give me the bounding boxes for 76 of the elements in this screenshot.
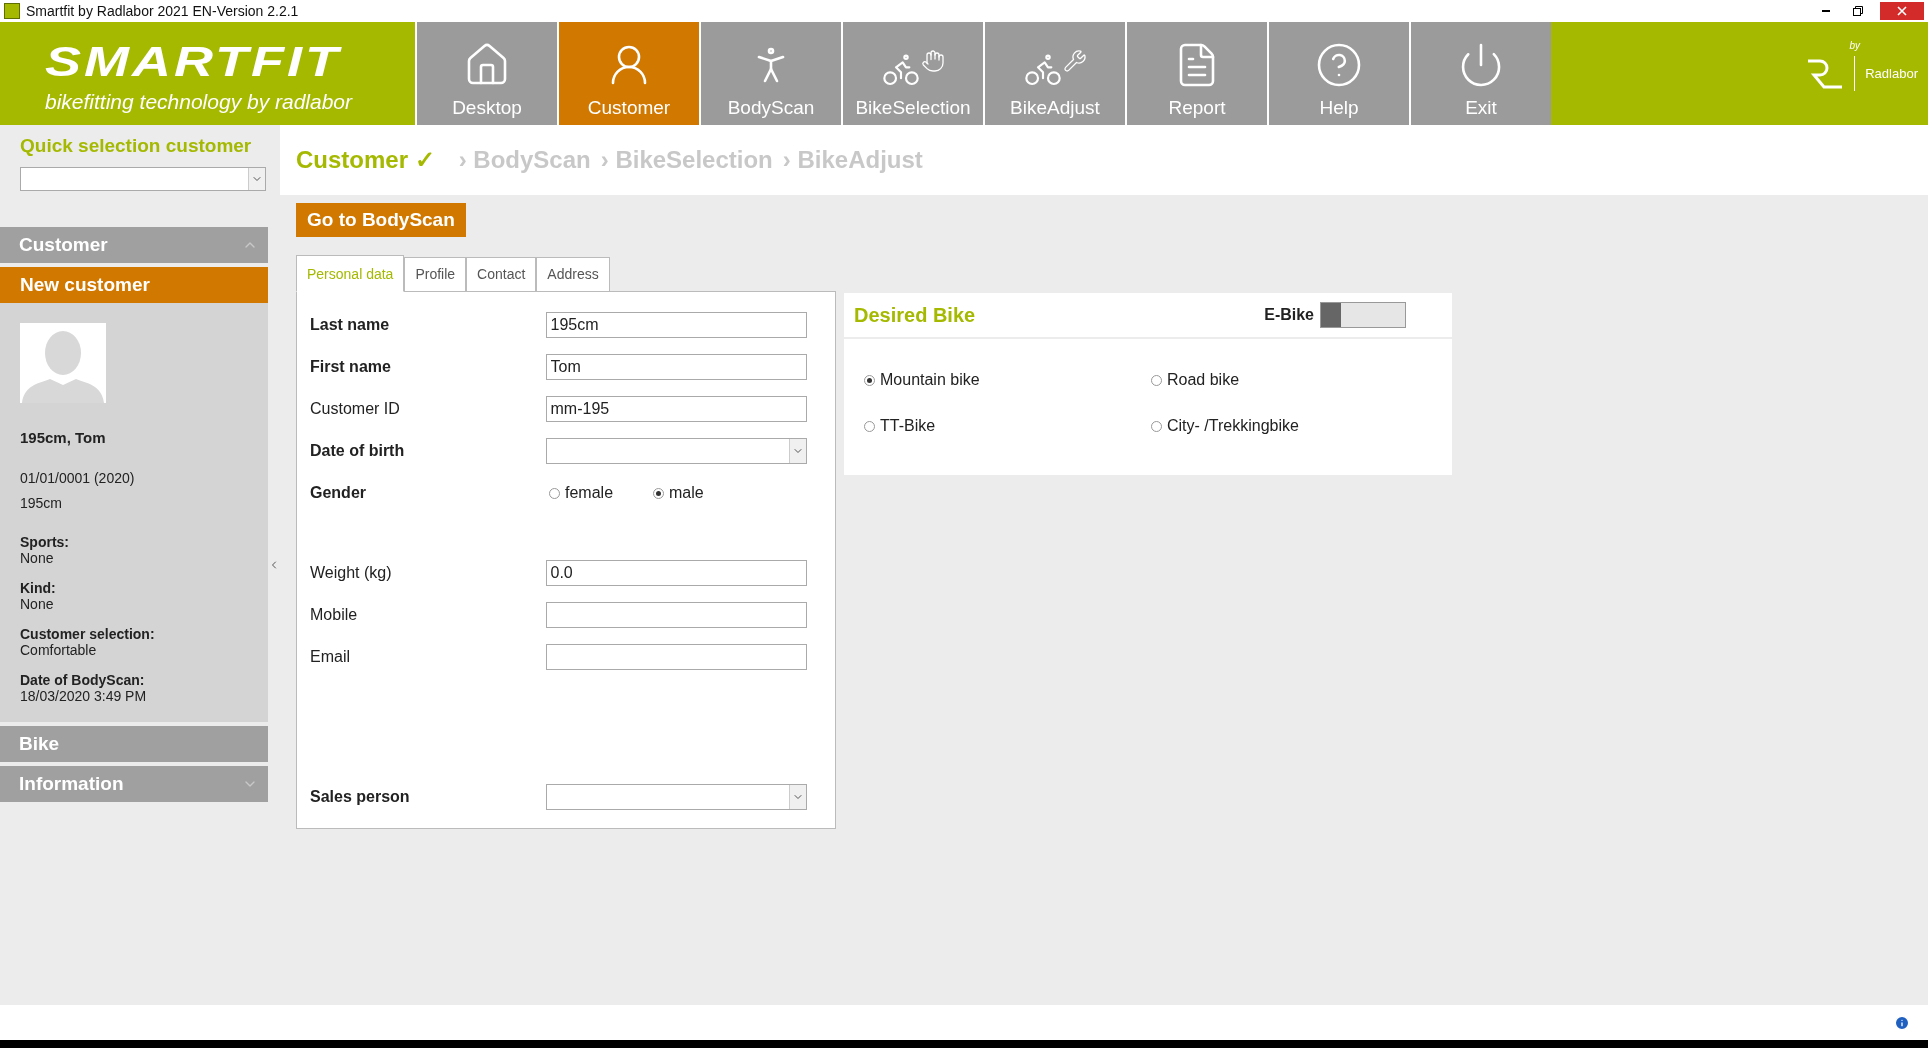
- app-icon: [4, 3, 20, 19]
- text-field[interactable]: Tom: [545, 354, 807, 380]
- section-title: Bike: [19, 733, 60, 755]
- field-label: Last name: [310, 316, 391, 334]
- fact-label: Sports:: [20, 534, 70, 550]
- dropdown-field[interactable]: [545, 438, 807, 464]
- nav-tile[interactable]: BikeSelection: [843, 22, 983, 125]
- radio-option[interactable]: female: [549, 484, 653, 502]
- dropdown-caret-icon[interactable]: [789, 439, 806, 463]
- field-label: Gender: [310, 484, 367, 502]
- text-field[interactable]: mm-195: [545, 396, 807, 422]
- tab[interactable]: Profile: [404, 257, 467, 292]
- nav-tile[interactable]: Exit: [1411, 22, 1551, 125]
- fact-value: Comfortable: [20, 642, 98, 658]
- avatar-icon: [20, 323, 106, 403]
- quick-selection-title: Quick selection customer: [19, 134, 253, 158]
- customer-name: 195cm, Tom: [20, 429, 107, 446]
- tab[interactable]: Personal data: [296, 255, 405, 292]
- field-label: First name: [310, 358, 392, 376]
- window-title: Smartfit by Radlabor 2021 EN-Version 2.2.1: [26, 3, 299, 19]
- text-field[interactable]: [545, 602, 807, 628]
- nav-tile[interactable]: BikeAdjust: [985, 22, 1125, 125]
- accordion-header[interactable]: Information: [0, 766, 268, 802]
- customer-detail: 01/01/0001 (2020): [20, 470, 136, 486]
- brand-name: Radlabor: [1854, 56, 1918, 91]
- field-label: Mobile: [310, 606, 359, 624]
- text-field[interactable]: 0.0: [545, 560, 807, 586]
- go-to-bodyscan-button[interactable]: Go to BodyScan: [296, 203, 466, 237]
- info-icon[interactable]: [1894, 1014, 1910, 1031]
- field-label: Email: [310, 648, 351, 666]
- nav-tile[interactable]: BodyScan: [701, 22, 841, 125]
- radio-option[interactable]: male: [653, 484, 757, 502]
- restore-icon: [1853, 6, 1863, 16]
- radio-option[interactable]: Mountain bike: [864, 371, 1151, 389]
- nav-tile[interactable]: Report: [1127, 22, 1267, 125]
- fact-value: 18/03/2020 3:49 PM: [20, 688, 148, 704]
- section-title: Customer: [19, 234, 108, 256]
- close-icon: [1897, 6, 1907, 16]
- tab[interactable]: Address: [536, 257, 610, 292]
- fact-value: None: [20, 596, 55, 612]
- nav-tile[interactable]: Desktop: [417, 22, 557, 125]
- text-field[interactable]: [545, 644, 807, 670]
- panel-title: Desired Bike: [854, 303, 976, 327]
- breadcrumb-step: Customer ✓: [296, 146, 435, 174]
- fact-label: Date of BodyScan:: [20, 672, 146, 688]
- accordion-header[interactable]: Bike: [0, 726, 268, 762]
- tab[interactable]: Contact: [466, 257, 537, 292]
- new-customer-item[interactable]: New customer: [0, 267, 268, 303]
- radio-option[interactable]: City- /Trekkingbike: [1151, 417, 1432, 435]
- ebike-toggle[interactable]: [1320, 302, 1406, 328]
- field-label: Date of birth: [310, 442, 406, 460]
- fact-label: Customer selection:: [20, 626, 156, 642]
- accordion-header[interactable]: Customer: [0, 227, 268, 263]
- field-label: Weight (kg): [310, 564, 393, 582]
- nav-tile[interactable]: Help: [1269, 22, 1409, 125]
- dropdown-field[interactable]: [545, 784, 807, 810]
- customer-detail: 195cm: [20, 495, 64, 511]
- logo-wordmark: SMARTFIT: [45, 38, 343, 83]
- dropdown-caret-icon[interactable]: [248, 168, 265, 190]
- text-field[interactable]: 195cm: [545, 312, 807, 338]
- ebike-label: E-Bike: [1264, 306, 1314, 324]
- field-label: Customer ID: [310, 400, 401, 418]
- fact-label: Kind:: [20, 580, 57, 596]
- close-button[interactable]: [1880, 2, 1924, 20]
- radio-option[interactable]: Road bike: [1151, 371, 1432, 389]
- brand-by: by: [1849, 40, 1860, 51]
- fact-value: None: [20, 550, 55, 566]
- customer-combo-field[interactable]: [20, 167, 266, 191]
- radio-option[interactable]: TT-Bike: [864, 417, 1151, 435]
- minimize-icon: [1822, 10, 1830, 12]
- nav-tile[interactable]: Customer: [559, 22, 699, 125]
- help-icon: [1315, 41, 1363, 89]
- section-title: Information: [19, 773, 124, 795]
- logo-tagline: bikefitting technology by radlabor: [45, 89, 354, 114]
- field-label: Sales person: [310, 788, 411, 806]
- dropdown-caret-icon[interactable]: [789, 785, 806, 809]
